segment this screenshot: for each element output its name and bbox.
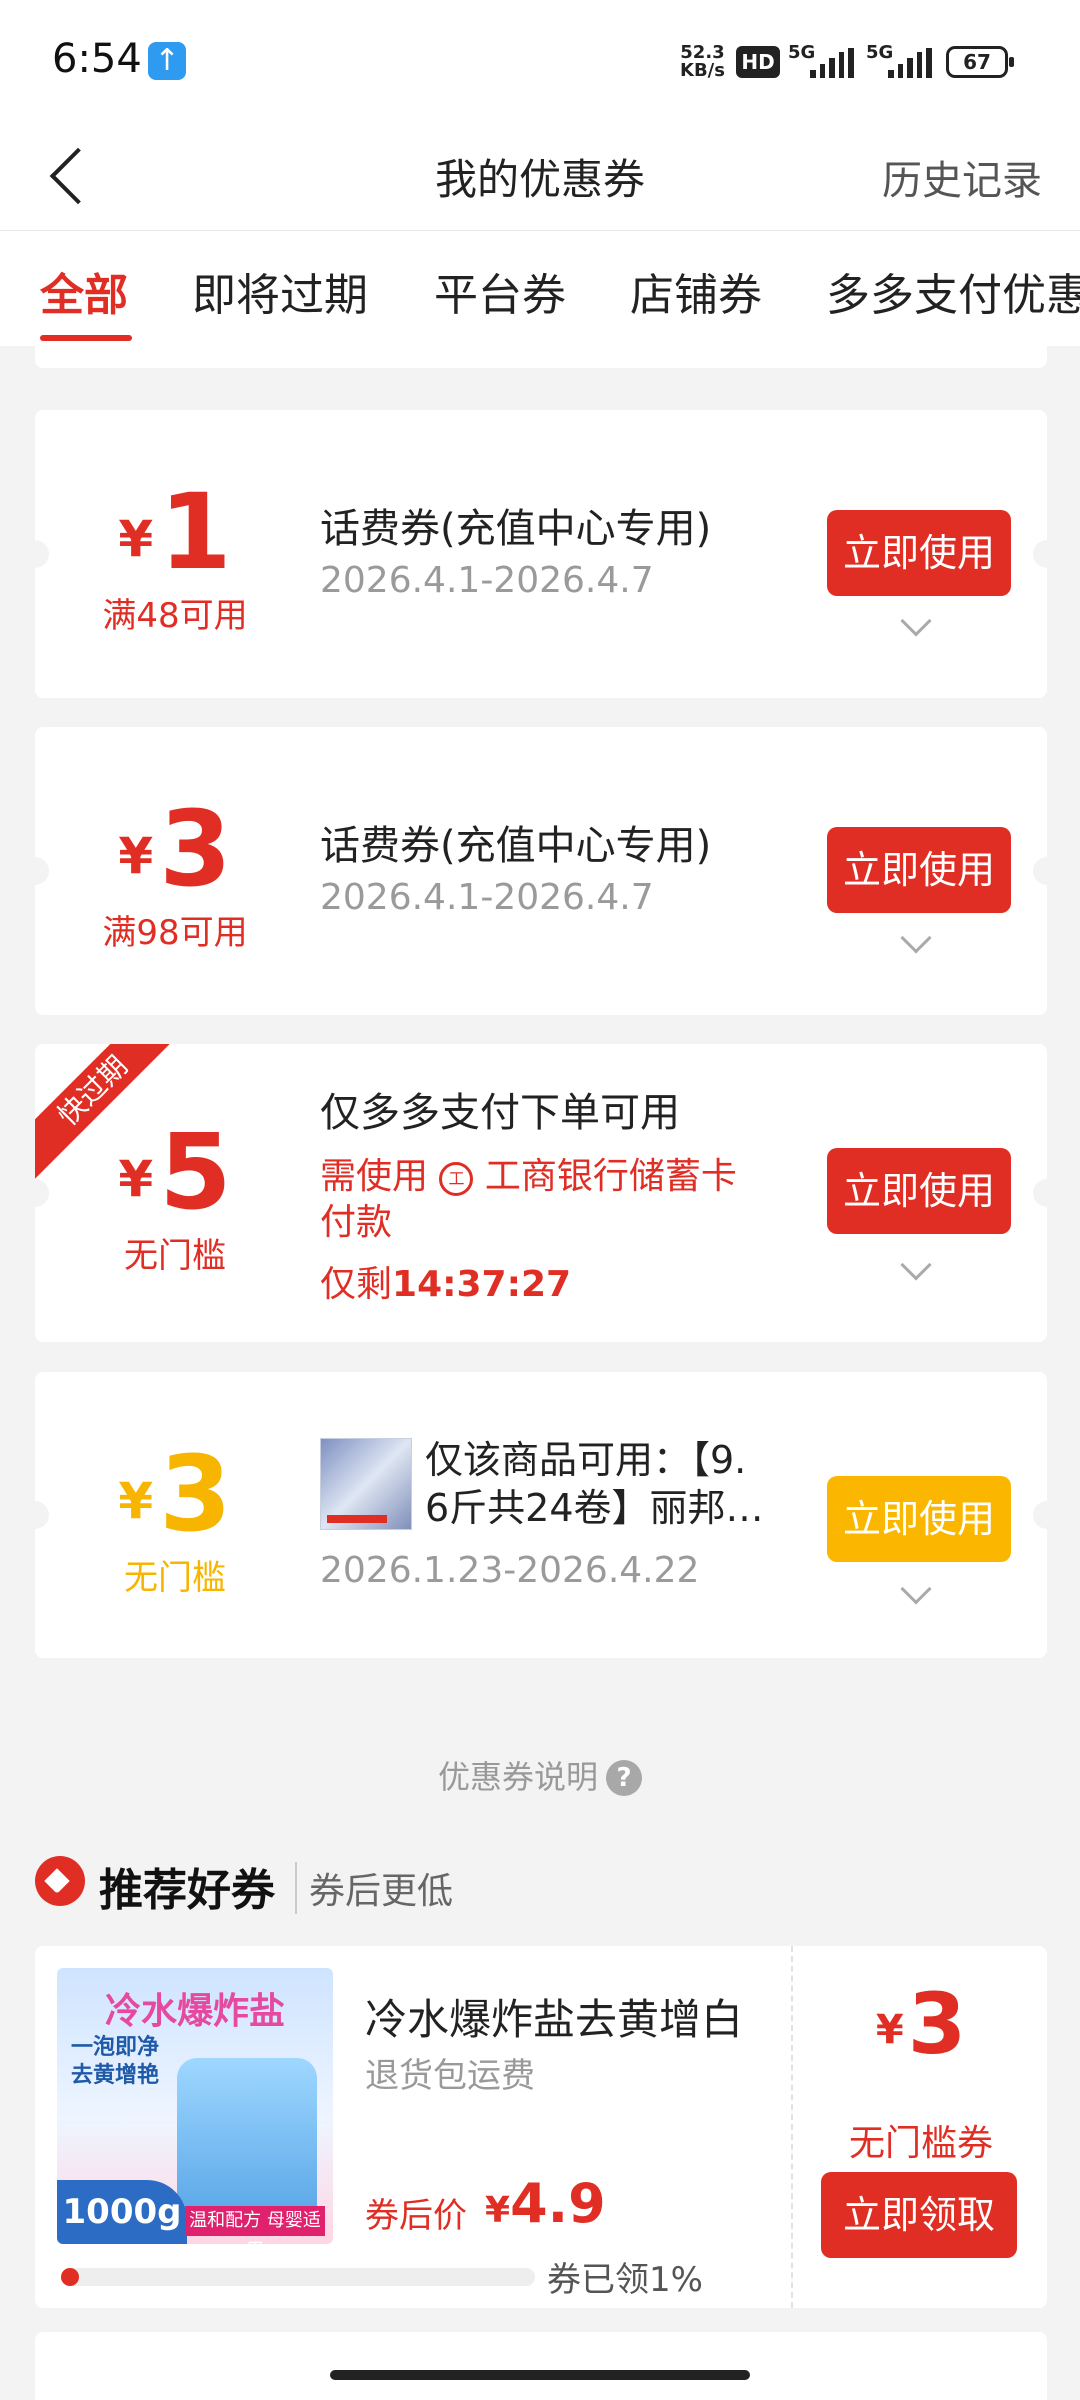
network-speed: 52.3 KB/s — [680, 44, 725, 80]
coupon-date: 2026.4.1-2026.4.7 — [320, 560, 654, 601]
upload-icon: ↑ — [148, 42, 186, 80]
coupon-card[interactable]: ¥1 满48可用 话费券(充值中心专用) 2026.4.1-2026.4.7 立… — [35, 410, 1047, 698]
coupon-heart-icon — [35, 1856, 85, 1906]
use-now-button[interactable]: 立即使用 — [827, 510, 1011, 596]
payment-requirement: 需使用 工 工商银行储蓄卡 付款 — [320, 1156, 737, 1243]
coupon-amount: ¥1 — [118, 471, 232, 593]
coupon-condition: 满48可用 — [102, 596, 248, 636]
coupon-date: 2026.1.23-2026.4.22 — [320, 1550, 700, 1591]
recommend-coupon-card-partial — [35, 2332, 1047, 2400]
claim-progress-text: 券已领1% — [547, 2260, 703, 2300]
coupon-amount: ¥5 — [118, 1111, 232, 1233]
countdown-timer: 仅剩14:37:27 — [320, 1264, 572, 1305]
chevron-down-icon[interactable] — [900, 605, 932, 637]
status-bar: 6:54 ↑ 52.3 KB/s HD 5G 5G 67 — [0, 0, 1080, 120]
tab-store[interactable]: 店铺券 — [630, 259, 762, 323]
home-indicator[interactable] — [330, 2370, 750, 2380]
bank-icon: 工 — [439, 1162, 474, 1196]
chevron-down-icon[interactable] — [900, 1573, 932, 1605]
tab-expiring[interactable]: 即将过期 — [192, 259, 368, 323]
coupon-amount: ¥3 — [875, 1975, 967, 2073]
chevron-down-icon[interactable] — [900, 922, 932, 954]
coupon-date: 2026.4.1-2026.4.7 — [320, 877, 654, 918]
coupon-condition: 满98可用 — [102, 913, 248, 953]
status-time: 6:54 — [52, 36, 142, 82]
network-speed-unit: KB/s — [680, 60, 725, 81]
coupon-amount: ¥3 — [118, 788, 232, 910]
navigation-bar: 我的优惠券 历史记录 — [0, 120, 1080, 230]
coupon-card[interactable]: 快过期 ¥5 无门槛 仅多多支付下单可用 需使用 工 工商银行储蓄卡 付款 仅剩… — [35, 1044, 1047, 1342]
claim-now-button[interactable]: 立即领取 — [821, 2172, 1017, 2258]
claim-progress-bar — [61, 2268, 535, 2286]
tab-platform[interactable]: 平台券 — [434, 259, 566, 323]
product-tag: 退货包运费 — [365, 2056, 535, 2096]
coupon-condition: 无门槛 — [124, 1558, 226, 1598]
coupon-title: 话费券(充值中心专用) — [320, 823, 712, 869]
use-now-button[interactable]: 立即使用 — [827, 1148, 1011, 1234]
coupon-list[interactable]: ¥1 满48可用 话费券(充值中心专用) 2026.4.1-2026.4.7 立… — [0, 346, 1080, 2400]
product-name: 冷水爆炸盐去黄增白 — [365, 1995, 744, 2044]
recommend-title: 推荐好券 — [99, 1865, 275, 1916]
hd-icon: HD — [736, 46, 780, 78]
coupon-product-title: 仅该商品可用：【9. 6斤共24卷】丽邦… — [425, 1438, 764, 1530]
history-link[interactable]: 历史记录 — [882, 148, 1042, 206]
coupon-amount: ¥3 — [118, 1433, 232, 1555]
recommend-subtitle: 券后更低 — [295, 1862, 453, 1914]
coupon-card-partial — [35, 346, 1047, 368]
price-value: ¥4.9 — [485, 2172, 606, 2235]
coupon-condition: 无门槛券 — [848, 2123, 993, 2164]
help-icon: ? — [606, 1760, 642, 1796]
coupon-card[interactable]: ¥3 满98可用 话费券(充值中心专用) 2026.4.1-2026.4.7 立… — [35, 727, 1047, 1015]
recommend-coupon-card[interactable]: 冷水爆炸盐 一泡即净去黄增艳 1000g 温和配方 母婴适用 冷水爆炸盐去黄增白… — [35, 1946, 1047, 2308]
price-label: 券后价 — [365, 2196, 467, 2236]
tab-duoduo-pay[interactable]: 多多支付优惠 — [826, 259, 1080, 323]
chevron-down-icon[interactable] — [900, 1249, 932, 1281]
use-now-button[interactable]: 立即使用 — [827, 827, 1011, 913]
product-image[interactable]: 冷水爆炸盐 一泡即净去黄增艳 1000g 温和配方 母婴适用 — [57, 1968, 333, 2244]
coupon-explanation-link[interactable]: 优惠券说明? — [0, 1752, 1080, 1798]
coupon-title: 话费券(充值中心专用) — [320, 506, 712, 552]
tab-active-indicator — [40, 335, 132, 341]
tab-all[interactable]: 全部 — [40, 259, 128, 323]
coupon-card[interactable]: ¥3 无门槛 仅该商品可用：【9. 6斤共24卷】丽邦… 2026.1.23-2… — [35, 1372, 1047, 1658]
use-now-button[interactable]: 立即使用 — [827, 1476, 1011, 1562]
coupon-title: 仅多多支付下单可用 — [320, 1090, 680, 1136]
tab-bar: 全部 即将过期 平台券 店铺券 多多支付优惠 — [0, 230, 1080, 346]
battery-icon: 67 — [946, 46, 1014, 78]
product-thumbnail[interactable] — [320, 1438, 412, 1530]
coupon-condition: 无门槛 — [124, 1236, 226, 1276]
